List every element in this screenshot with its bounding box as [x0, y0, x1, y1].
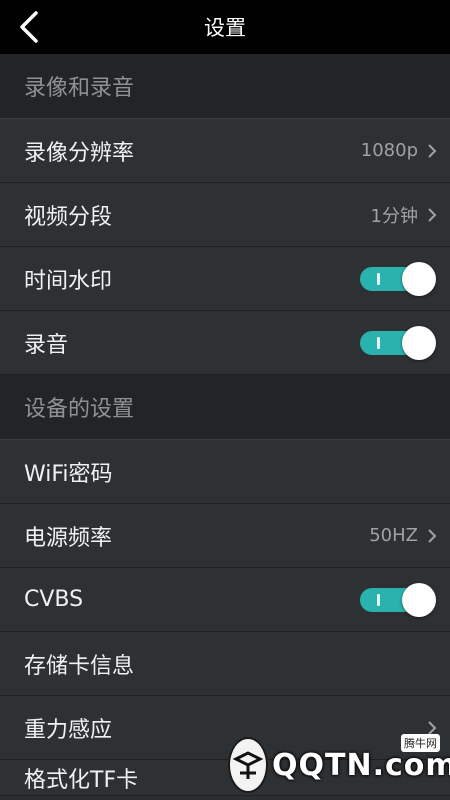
storage-card-info-label: 存储卡信息	[24, 653, 135, 679]
audio-label: 录音	[24, 332, 69, 358]
page-title: 设置	[204, 16, 246, 40]
wifi-password-label: WiFi密码	[24, 461, 113, 487]
timestamp-toggle[interactable]	[360, 261, 436, 296]
segment-label: 视频分段	[24, 204, 113, 230]
resolution-value: 1080p	[360, 140, 418, 161]
watermark-text: QQTN.com	[272, 747, 450, 783]
storage-card-info-row[interactable]: 存储卡信息	[0, 632, 450, 696]
timestamp-label: 时间水印	[24, 268, 113, 294]
section-header-device: 设备的设置	[0, 375, 450, 440]
section-header-recording: 录像和录音	[0, 54, 450, 119]
cvbs-label: CVBS	[24, 587, 84, 612]
segment-value: 1分钟	[370, 205, 418, 227]
power-frequency-row[interactable]: 电源频率 50HZ	[0, 504, 450, 568]
gsensor-label: 重力感应	[24, 717, 113, 743]
watermark-badge: 腾牛网	[401, 734, 440, 752]
watermark-logo-icon	[230, 739, 266, 791]
audio-toggle[interactable]	[360, 325, 436, 360]
resolution-row[interactable]: 录像分辨率 1080p	[0, 119, 450, 183]
back-arrow-icon[interactable]	[12, 10, 46, 44]
top-bar: 设置	[0, 0, 450, 54]
chevron-right-icon	[426, 205, 438, 225]
audio-row: 录音	[0, 311, 450, 375]
cvbs-row: CVBS	[0, 568, 450, 632]
format-tf-label: 格式化TF卡	[24, 767, 139, 793]
wifi-password-row[interactable]: WiFi密码	[0, 440, 450, 504]
chevron-right-icon	[426, 141, 438, 161]
segment-row[interactable]: 视频分段 1分钟	[0, 183, 450, 247]
timestamp-row: 时间水印	[0, 247, 450, 311]
resolution-label: 录像分辨率	[24, 140, 135, 166]
power-frequency-value: 50HZ	[369, 525, 418, 546]
power-frequency-label: 电源频率	[24, 525, 113, 551]
site-watermark: QQTN.com 腾牛网	[230, 734, 450, 792]
cvbs-toggle[interactable]	[360, 582, 436, 617]
chevron-right-icon	[426, 526, 438, 546]
